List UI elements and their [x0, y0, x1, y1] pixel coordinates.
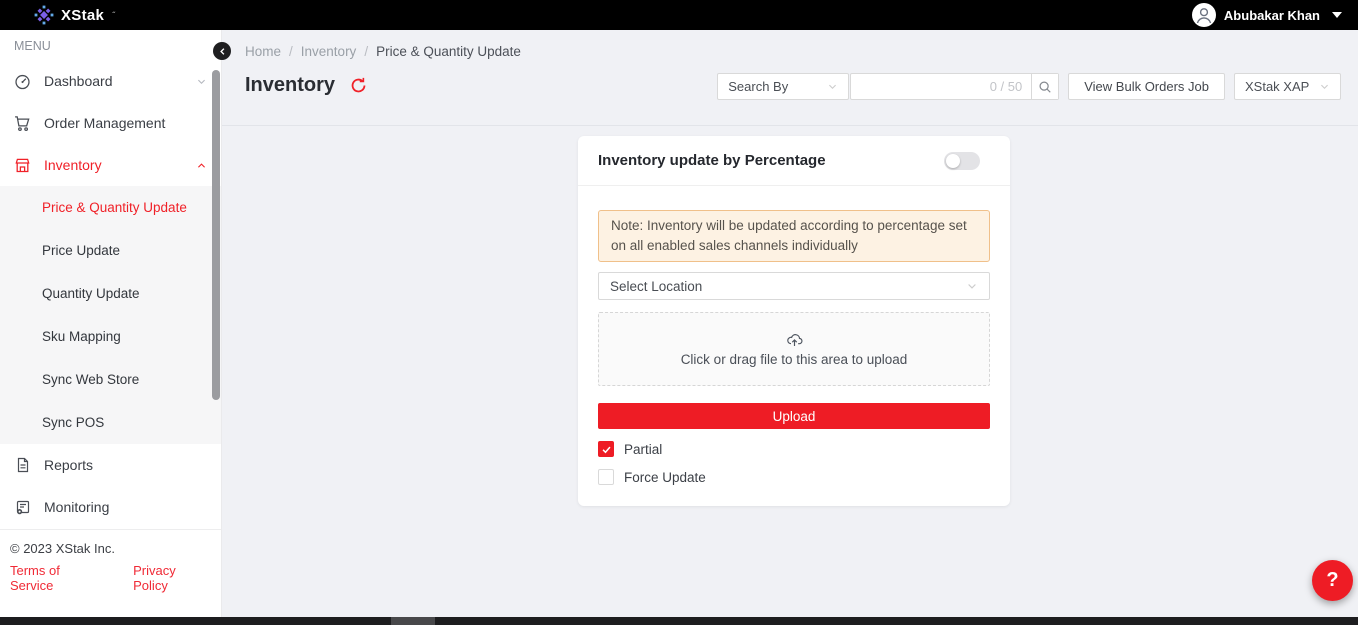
- chevron-down-icon: [196, 76, 207, 87]
- location-select[interactable]: Select Location: [598, 272, 990, 300]
- privacy-policy-link[interactable]: Privacy Policy: [133, 563, 211, 593]
- file-icon: [14, 457, 31, 473]
- header-divider: [222, 125, 1358, 126]
- percentage-toggle[interactable]: [944, 152, 980, 170]
- main-content: Home / Inventory / Price & Quantity Upda…: [222, 30, 1358, 617]
- app-window: XStak ˝ Abubakar Khan MENU Dashboard: [0, 0, 1358, 625]
- character-counter: 0 / 50: [990, 79, 1032, 94]
- inventory-update-card: Inventory update by Percentage Note: Inv…: [578, 136, 1010, 506]
- inventory-submenu: Price & Quantity Update Price Update Qua…: [0, 186, 221, 444]
- sidebar-item-label: Inventory: [44, 157, 102, 173]
- user-menu[interactable]: Abubakar Khan: [1192, 3, 1342, 27]
- sidebar-item-dashboard[interactable]: Dashboard: [0, 60, 221, 102]
- search-by-select[interactable]: Search By: [717, 73, 849, 100]
- sidebar-footer: © 2023 XStak Inc. Terms of Service Priva…: [0, 530, 221, 593]
- sidebar-item-label: Dashboard: [44, 73, 113, 89]
- search-input[interactable]: [851, 74, 989, 99]
- breadcrumb-home[interactable]: Home: [245, 44, 281, 59]
- sidebar-item-inventory[interactable]: Inventory: [0, 144, 221, 186]
- sidebar-item-label: Monitoring: [44, 499, 109, 515]
- toggle-knob: [946, 154, 960, 168]
- monitor-icon: [14, 499, 31, 515]
- sidebar-item-label: Order Management: [44, 115, 165, 131]
- breadcrumb-inventory[interactable]: Inventory: [301, 44, 357, 59]
- sidebar-subitem-price-update[interactable]: Price Update: [0, 229, 221, 272]
- breadcrumb-separator: /: [289, 44, 293, 59]
- user-name: Abubakar Khan: [1224, 8, 1320, 23]
- sidebar-collapse-button[interactable]: [213, 42, 231, 60]
- sidebar-item-monitoring[interactable]: Monitoring: [0, 486, 221, 528]
- search-input-group: 0 / 50: [850, 73, 1059, 100]
- channel-select-value: XStak XAP: [1245, 79, 1309, 94]
- sidebar: MENU Dashboard Order Management: [0, 30, 222, 617]
- refresh-icon[interactable]: [350, 77, 367, 94]
- chevron-up-icon: [196, 160, 207, 171]
- brand-logo[interactable]: XStak ˝: [34, 5, 115, 25]
- brand-trademark: ˝: [112, 11, 115, 20]
- force-update-checkbox[interactable]: [598, 469, 614, 485]
- xstak-logo-icon: [34, 5, 54, 25]
- force-update-checkbox-row[interactable]: Force Update: [598, 469, 990, 485]
- search-by-label: Search By: [728, 79, 788, 94]
- chevron-down-icon: [966, 280, 978, 292]
- cloud-upload-icon: [786, 332, 803, 349]
- sidebar-subitem-price-quantity-update[interactable]: Price & Quantity Update: [0, 186, 221, 229]
- gauge-icon: [14, 73, 31, 90]
- horizontal-scrollbar: [0, 617, 1358, 625]
- top-bar: XStak ˝ Abubakar Khan: [0, 0, 1358, 30]
- caret-down-icon: [1332, 12, 1342, 18]
- location-select-placeholder: Select Location: [610, 279, 702, 294]
- sidebar-item-order-management[interactable]: Order Management: [0, 102, 221, 144]
- partial-checkbox[interactable]: [598, 441, 614, 457]
- brand-name: XStak: [61, 7, 104, 24]
- help-button[interactable]: ?: [1312, 560, 1353, 601]
- channel-select[interactable]: XStak XAP: [1234, 73, 1341, 100]
- page-title: Inventory: [245, 74, 335, 97]
- note-banner: Note: Inventory will be updated accordin…: [598, 210, 990, 262]
- copyright-text: © 2023 XStak Inc.: [10, 541, 211, 556]
- view-bulk-orders-job-button[interactable]: View Bulk Orders Job: [1068, 73, 1225, 100]
- breadcrumb: Home / Inventory / Price & Quantity Upda…: [245, 44, 521, 59]
- sidebar-subitem-quantity-update[interactable]: Quantity Update: [0, 272, 221, 315]
- file-upload-dropzone[interactable]: Click or drag file to this area to uploa…: [598, 312, 990, 386]
- sidebar-scrollbar[interactable]: [212, 70, 220, 400]
- card-title: Inventory update by Percentage: [598, 152, 826, 169]
- upload-button[interactable]: Upload: [598, 403, 990, 429]
- sidebar-section-label: MENU: [0, 30, 221, 60]
- breadcrumb-current: Price & Quantity Update: [376, 44, 521, 59]
- terms-of-service-link[interactable]: Terms of Service: [10, 563, 103, 593]
- dropzone-text: Click or drag file to this area to uploa…: [681, 352, 908, 367]
- sidebar-item-reports[interactable]: Reports: [0, 444, 221, 486]
- cart-icon: [14, 115, 31, 132]
- chevron-down-icon: [1319, 81, 1330, 92]
- partial-checkbox-label: Partial: [624, 442, 662, 457]
- horizontal-scrollbar-thumb[interactable]: [391, 617, 435, 625]
- sidebar-item-label: Reports: [44, 457, 93, 473]
- sidebar-subitem-sync-pos[interactable]: Sync POS: [0, 401, 221, 444]
- sidebar-subitem-sku-mapping[interactable]: Sku Mapping: [0, 315, 221, 358]
- breadcrumb-separator: /: [364, 44, 368, 59]
- toolbar: Search By 0 / 50 View Bulk Orders Job XS…: [717, 73, 1341, 100]
- store-icon: [14, 157, 31, 174]
- force-update-checkbox-label: Force Update: [624, 470, 706, 485]
- avatar: [1192, 3, 1216, 27]
- search-button[interactable]: [1031, 74, 1058, 99]
- partial-checkbox-row[interactable]: Partial: [598, 441, 990, 457]
- chevron-down-icon: [827, 81, 838, 92]
- sidebar-subitem-sync-web-store[interactable]: Sync Web Store: [0, 358, 221, 401]
